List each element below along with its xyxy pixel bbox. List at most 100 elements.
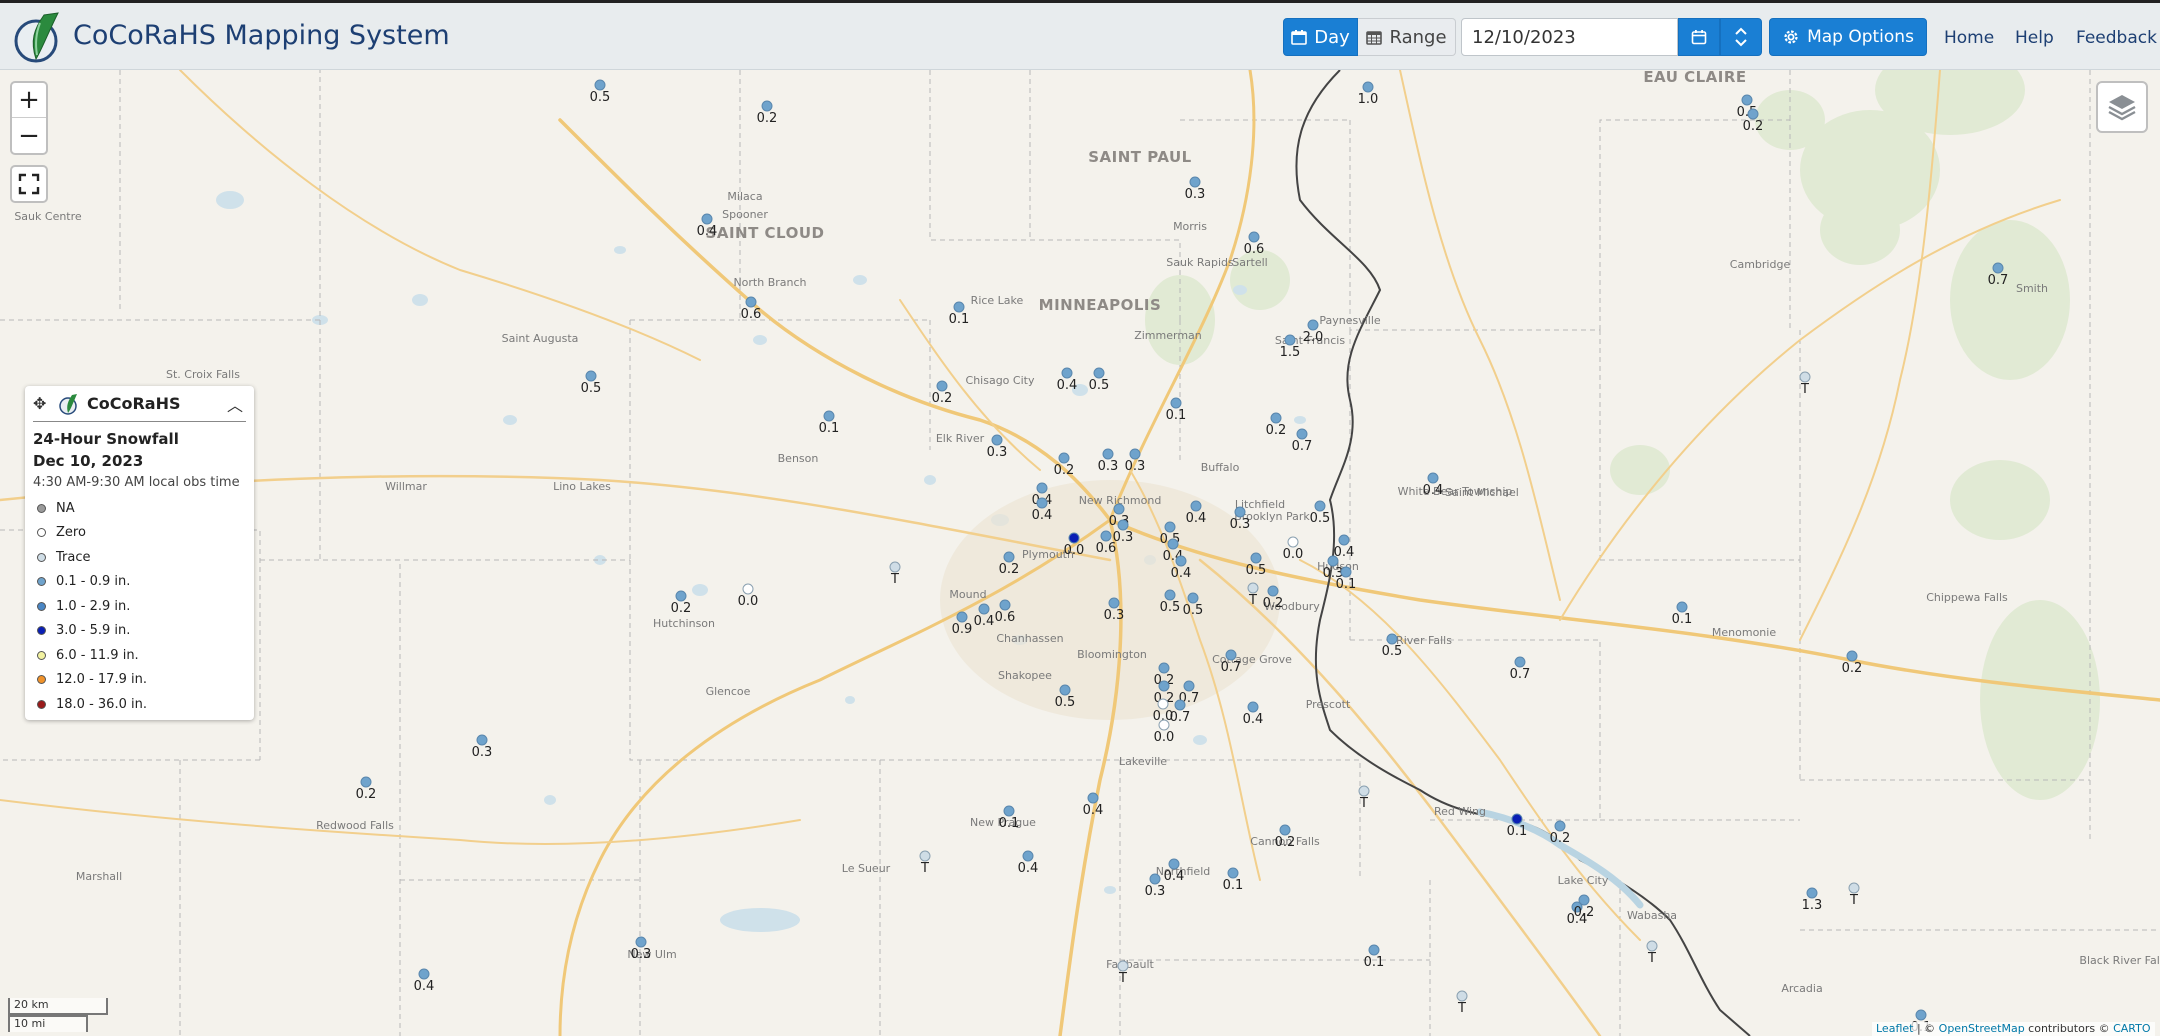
station-marker[interactable]: T [1117,960,1129,986]
station-dot[interactable] [1003,805,1015,817]
station-dot[interactable] [1386,633,1398,645]
move-handle-icon[interactable]: ✥ [33,394,53,413]
station-dot[interactable] [1058,452,1070,464]
station-dot[interactable] [1227,867,1239,879]
station-dot[interactable] [701,213,713,225]
day-button[interactable]: Day [1283,18,1358,56]
station-dot[interactable] [1247,582,1259,594]
station-dot[interactable] [1267,585,1279,597]
fullscreen-button[interactable] [10,165,48,203]
map-options-button[interactable]: Map Options [1769,18,1927,56]
station-dot[interactable] [1307,319,1319,331]
station-dot[interactable] [1284,334,1296,346]
station-marker[interactable]: T [1848,882,1860,908]
station-dot[interactable] [1149,873,1161,885]
station-dot[interactable] [1068,532,1080,544]
station-dot[interactable] [919,850,931,862]
station-dot[interactable] [1087,792,1099,804]
nav-feedback-link[interactable]: Feedback [2076,28,2157,48]
station-dot[interactable] [1164,589,1176,601]
station-dot[interactable] [936,380,948,392]
date-stepper[interactable] [1720,18,1762,56]
station-dot[interactable] [675,590,687,602]
station-marker[interactable]: T [1456,990,1468,1016]
station-dot[interactable] [1158,719,1170,731]
station-marker[interactable]: T [1247,582,1259,608]
station-dot[interactable] [418,968,430,980]
station-dot[interactable] [360,776,372,788]
station-dot[interactable] [1108,597,1120,609]
station-dot[interactable] [1113,503,1125,515]
station-dot[interactable] [1234,506,1246,518]
station-dot[interactable] [1358,785,1370,797]
collapse-chevron-icon[interactable]: ︿ [224,392,246,416]
station-dot[interactable] [742,583,754,595]
station-dot[interactable] [1036,482,1048,494]
station-dot[interactable] [889,561,901,573]
station-marker[interactable]: T [919,850,931,876]
station-dot[interactable] [953,301,965,313]
station-dot[interactable] [1338,534,1350,546]
station-dot[interactable] [1296,428,1308,440]
station-dot[interactable] [585,370,597,382]
station-marker[interactable]: T [1799,371,1811,397]
map-area[interactable]: SAINT CLOUD MINNEAPOLIS SAINT PAUL EAU CLAI… [0,70,2160,1036]
zoom-out-button[interactable]: − [12,118,46,153]
station-dot[interactable] [1158,662,1170,674]
station-dot[interactable] [1287,536,1299,548]
station-dot[interactable] [761,100,773,112]
station-marker[interactable]: T [889,561,901,587]
station-dot[interactable] [745,296,757,308]
station-dot[interactable] [823,410,835,422]
station-dot[interactable] [999,599,1011,611]
station-dot[interactable] [1061,367,1073,379]
station-dot[interactable] [635,936,647,948]
nav-home-link[interactable]: Home [1944,28,1994,48]
station-dot[interactable] [594,79,606,91]
station-dot[interactable] [1093,367,1105,379]
station-dot[interactable] [1247,701,1259,713]
station-dot[interactable] [1187,592,1199,604]
station-dot[interactable] [1676,601,1688,613]
station-dot[interactable] [1225,649,1237,661]
station-dot[interactable] [1646,940,1658,952]
station-dot[interactable] [1362,81,1374,93]
station-dot[interactable] [1992,262,2004,274]
station-dot[interactable] [1157,698,1169,710]
station-dot[interactable] [1170,397,1182,409]
station-dot[interactable] [1100,530,1112,542]
station-dot[interactable] [1022,850,1034,862]
leaflet-link[interactable]: Leaflet [1876,1022,1913,1035]
range-button[interactable]: Range [1358,18,1456,56]
station-dot[interactable] [1158,680,1170,692]
station-dot[interactable] [1747,108,1759,120]
station-dot[interactable] [1174,699,1186,711]
station-dot[interactable] [1799,371,1811,383]
station-dot[interactable] [1578,894,1590,906]
station-dot[interactable] [1167,538,1179,550]
station-dot[interactable] [956,611,968,623]
station-dot[interactable] [1164,521,1176,533]
station-dot[interactable] [991,434,1003,446]
station-dot[interactable] [1168,858,1180,870]
station-dot[interactable] [476,734,488,746]
station-dot[interactable] [1848,882,1860,894]
station-dot[interactable] [1279,824,1291,836]
station-dot[interactable] [1456,990,1468,1002]
station-dot[interactable] [1250,552,1262,564]
station-dot[interactable] [1554,820,1566,832]
station-dot[interactable] [1368,944,1380,956]
station-dot[interactable] [1117,519,1129,531]
calendar-picker-button[interactable] [1678,18,1720,56]
station-dot[interactable] [1511,813,1523,825]
layers-button[interactable] [2096,81,2148,133]
station-dot[interactable] [1129,448,1141,460]
station-dot[interactable] [1846,650,1858,662]
station-dot[interactable] [1189,176,1201,188]
station-dot[interactable] [1270,412,1282,424]
station-dot[interactable] [1427,472,1439,484]
station-dot[interactable] [1036,497,1048,509]
station-dot[interactable] [1340,566,1352,578]
map-canvas[interactable]: SAINT CLOUD MINNEAPOLIS SAINT PAUL EAU CLAI… [0,70,2160,1036]
station-dot[interactable] [1514,656,1526,668]
